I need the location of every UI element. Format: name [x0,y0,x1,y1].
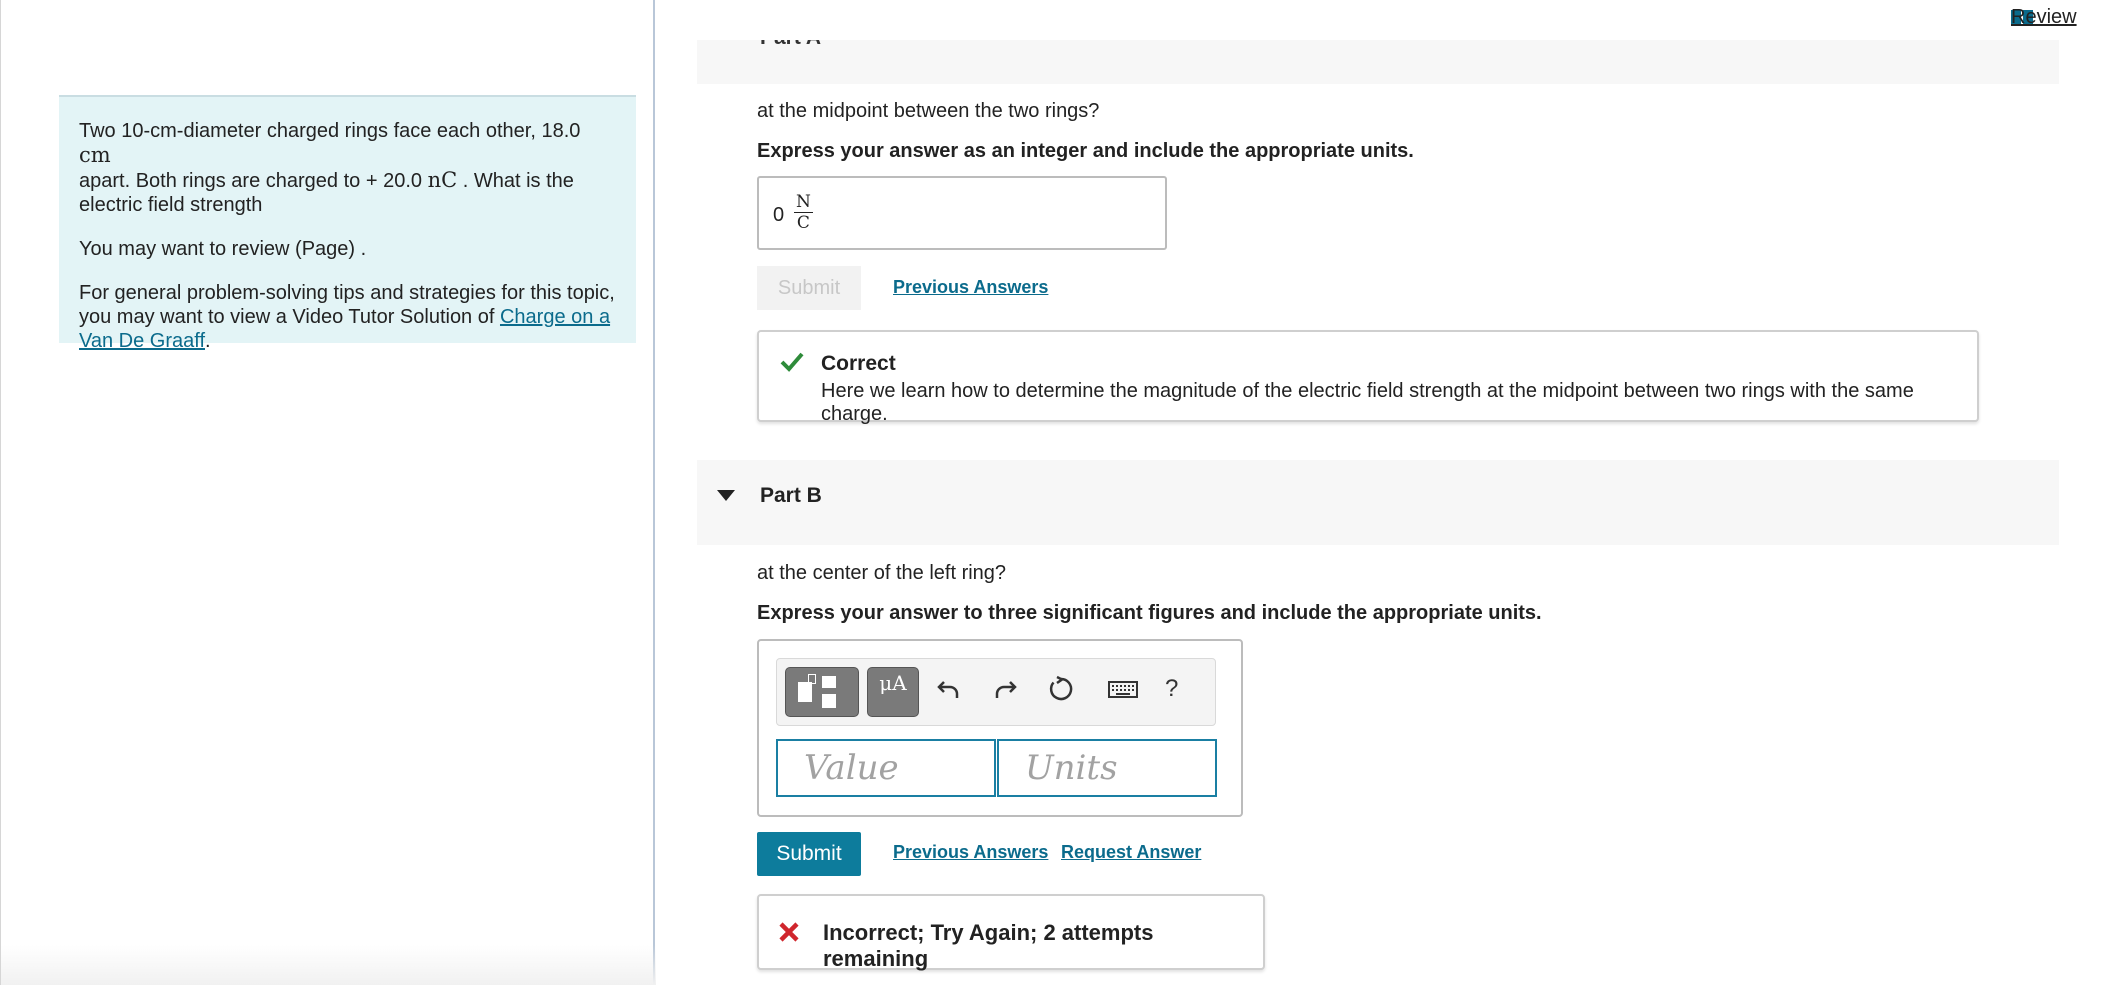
part-b-title: Part B [760,484,822,507]
correct-check-icon [780,352,804,372]
editor-toolbar: μA ? [776,658,1216,726]
unit-cm: cm [79,143,111,167]
part-a-answer-unit: N C [794,192,813,233]
undo-icon[interactable] [935,675,963,703]
statement-text-4: electric field strength [79,194,263,216]
statement-text-2: apart. Both rings are charged to + 20.0 [79,170,428,192]
request-answer-link[interactable]: Request Answer [1061,842,1201,863]
statement-text-3: . What is the [457,170,574,192]
part-a-instruction: Express your answer as an integer and in… [757,140,1414,162]
part-a-answer-value: 0 [773,204,785,226]
part-b-previous-answers-link[interactable]: Previous Answers [893,842,1048,863]
unit-numerator: N [794,192,813,213]
tips-note: For general problem-solving tips and str… [79,281,616,353]
review-label: Review [2011,5,2077,28]
caret-down-icon [717,490,735,501]
part-b-feedback: Incorrect; Try Again; 2 attempts remaini… [757,894,1265,971]
part-b-header[interactable]: Part B [697,460,2059,545]
templates-button[interactable] [785,667,859,717]
part-a-header[interactable]: Part A [697,40,2059,84]
incorrect-x-icon [779,922,799,942]
unit-denominator: C [796,213,810,233]
redo-icon[interactable] [991,675,1019,703]
pane-fade [1,945,656,985]
statement-text-1: Two 10-cm-diameter charged rings face ea… [79,120,581,142]
review-note: You may want to review (Page) . [79,238,367,260]
part-b-submit-button[interactable]: Submit [757,832,861,876]
value-input[interactable] [776,739,996,797]
feedback-title: Correct [821,352,896,375]
part-a-feedback: Correct Here we learn how to determine t… [757,330,1979,425]
keyboard-icon[interactable] [1107,675,1139,703]
units-button[interactable]: μA [867,667,919,717]
problem-statement: Two 10-cm-diameter charged rings face ea… [79,119,616,217]
help-button[interactable]: ? [1165,675,1178,703]
part-a-title: Part A [760,40,821,50]
part-a-submit-button[interactable]: Submit [757,266,861,310]
problem-pane: Two 10-cm-diameter charged rings face ea… [0,0,656,985]
review-link[interactable]: Review [2011,6,2077,28]
part-b-answer-editor: μA ? [757,639,1243,817]
units-input[interactable] [997,739,1217,797]
feedback-message: Here we learn how to determine the magni… [821,380,1914,425]
part-b-instruction: Express your answer to three significant… [757,602,1542,624]
problem-intro: Two 10-cm-diameter charged rings face ea… [59,95,636,352]
unit-nc: nC [427,168,458,192]
part-a-answer-display: 0 N C [757,176,1167,250]
reset-icon[interactable] [1047,675,1075,703]
part-b-question: at the center of the left ring? [757,562,1007,584]
part-a-previous-answers-link[interactable]: Previous Answers [893,277,1048,298]
feedback-title: Incorrect; Try Again; 2 attempts remaini… [823,920,1154,971]
tips-end: . [205,330,211,352]
part-a-question: at the midpoint between the two rings? [757,100,1100,122]
